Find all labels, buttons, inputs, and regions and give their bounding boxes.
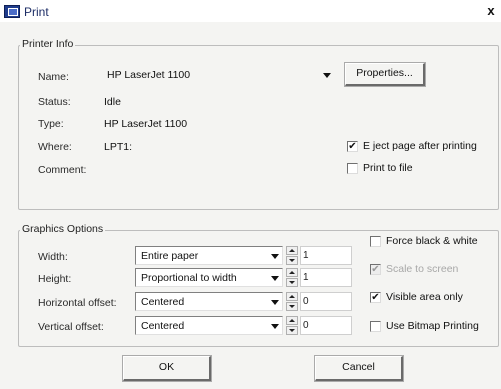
- visible-area-only-label: Visible area only: [386, 291, 463, 303]
- checkmark-icon: ✔: [371, 292, 380, 303]
- window-title: Print: [24, 5, 49, 19]
- width-select-value: Entire paper: [141, 250, 199, 262]
- printer-name-select[interactable]: HP LaserJet 1100: [102, 66, 334, 85]
- where-value: LPT1:: [104, 141, 133, 153]
- vertical-offset-select[interactable]: Centered: [135, 316, 283, 335]
- chevron-down-icon: [271, 276, 279, 281]
- ok-button[interactable]: OK: [122, 355, 212, 382]
- horizontal-offset-spin-input[interactable]: [303, 295, 333, 308]
- chevron-down-icon: [271, 300, 279, 305]
- scale-to-screen-label: Scale to screen: [386, 263, 459, 275]
- height-spin-field[interactable]: [300, 268, 352, 287]
- chevron-down-icon: [271, 254, 279, 259]
- vertical-offset-spin-input[interactable]: [303, 319, 333, 332]
- horizontal-offset-select[interactable]: Centered: [135, 292, 283, 311]
- comment-label: Comment:: [38, 164, 87, 176]
- scale-to-screen-checkbox: ✔: [370, 264, 381, 275]
- height-select-value: Proportional to width: [141, 272, 237, 284]
- status-value: Idle: [104, 96, 121, 108]
- eject-page-label: E ject page after printing: [363, 140, 477, 152]
- spin-up-icon[interactable]: [286, 268, 298, 277]
- visible-area-only-checkbox[interactable]: ✔: [370, 292, 381, 303]
- width-label: Width:: [38, 251, 68, 263]
- printer-icon: [4, 5, 20, 18]
- spin-down-icon[interactable]: [286, 278, 298, 287]
- use-bitmap-printing-label: Use Bitmap Printing: [386, 320, 479, 332]
- ok-button-label: OK: [158, 361, 175, 373]
- chevron-down-icon: [323, 73, 331, 78]
- print-to-file-label: Print to file: [363, 162, 413, 174]
- horizontal-offset-spinner[interactable]: [286, 292, 298, 311]
- force-black-white-label: Force black & white: [386, 235, 478, 247]
- height-label: Height:: [38, 273, 72, 285]
- horizontal-offset-spin-field[interactable]: [300, 292, 352, 311]
- checkmark-icon: ✔: [348, 141, 357, 152]
- spin-up-icon[interactable]: [286, 246, 298, 255]
- eject-page-checkbox[interactable]: ✔: [347, 141, 358, 152]
- close-button[interactable]: x: [484, 3, 498, 19]
- graphics-options-title: Graphics Options: [20, 223, 106, 235]
- type-label: Type:: [38, 118, 64, 130]
- height-spinner[interactable]: [286, 268, 298, 287]
- cancel-button[interactable]: Cancel: [314, 355, 404, 382]
- name-label: Name:: [38, 71, 69, 83]
- spin-down-icon[interactable]: [286, 256, 298, 265]
- print-dialog: Print x Printer Info Name: HP LaserJet 1…: [0, 0, 501, 389]
- printer-name-value: HP LaserJet 1100: [107, 69, 191, 81]
- where-label: Where:: [38, 141, 72, 153]
- width-spinner[interactable]: [286, 246, 298, 265]
- status-label: Status:: [38, 96, 71, 108]
- spin-up-icon[interactable]: [286, 292, 298, 301]
- vertical-offset-spin-field[interactable]: [300, 316, 352, 335]
- type-value: HP LaserJet 1100: [104, 118, 188, 130]
- horizontal-offset-label: Horizontal offset:: [38, 297, 117, 309]
- print-to-file-checkbox[interactable]: [347, 163, 358, 174]
- width-spin-field[interactable]: [300, 246, 352, 265]
- vertical-offset-label: Vertical offset:: [38, 321, 104, 333]
- checkmark-icon: ✔: [371, 264, 380, 275]
- title-bar: Print x: [0, 0, 501, 22]
- chevron-down-icon: [271, 324, 279, 329]
- vertical-offset-value: Centered: [141, 320, 185, 332]
- spin-down-icon[interactable]: [286, 302, 298, 311]
- height-spin-input[interactable]: [303, 271, 333, 284]
- properties-button-label: Properties...: [356, 67, 413, 79]
- force-black-white-checkbox[interactable]: [370, 236, 381, 247]
- vertical-offset-spinner[interactable]: [286, 316, 298, 335]
- width-spin-input[interactable]: [303, 249, 333, 262]
- properties-button[interactable]: Properties...: [344, 62, 426, 87]
- use-bitmap-printing-checkbox[interactable]: [370, 321, 381, 332]
- spin-down-icon[interactable]: [286, 326, 298, 335]
- cancel-button-label: Cancel: [342, 361, 375, 373]
- printer-info-title: Printer Info: [20, 38, 76, 50]
- height-select[interactable]: Proportional to width: [135, 268, 283, 287]
- horizontal-offset-value: Centered: [141, 296, 185, 308]
- width-select[interactable]: Entire paper: [135, 246, 283, 265]
- spin-up-icon[interactable]: [286, 316, 298, 325]
